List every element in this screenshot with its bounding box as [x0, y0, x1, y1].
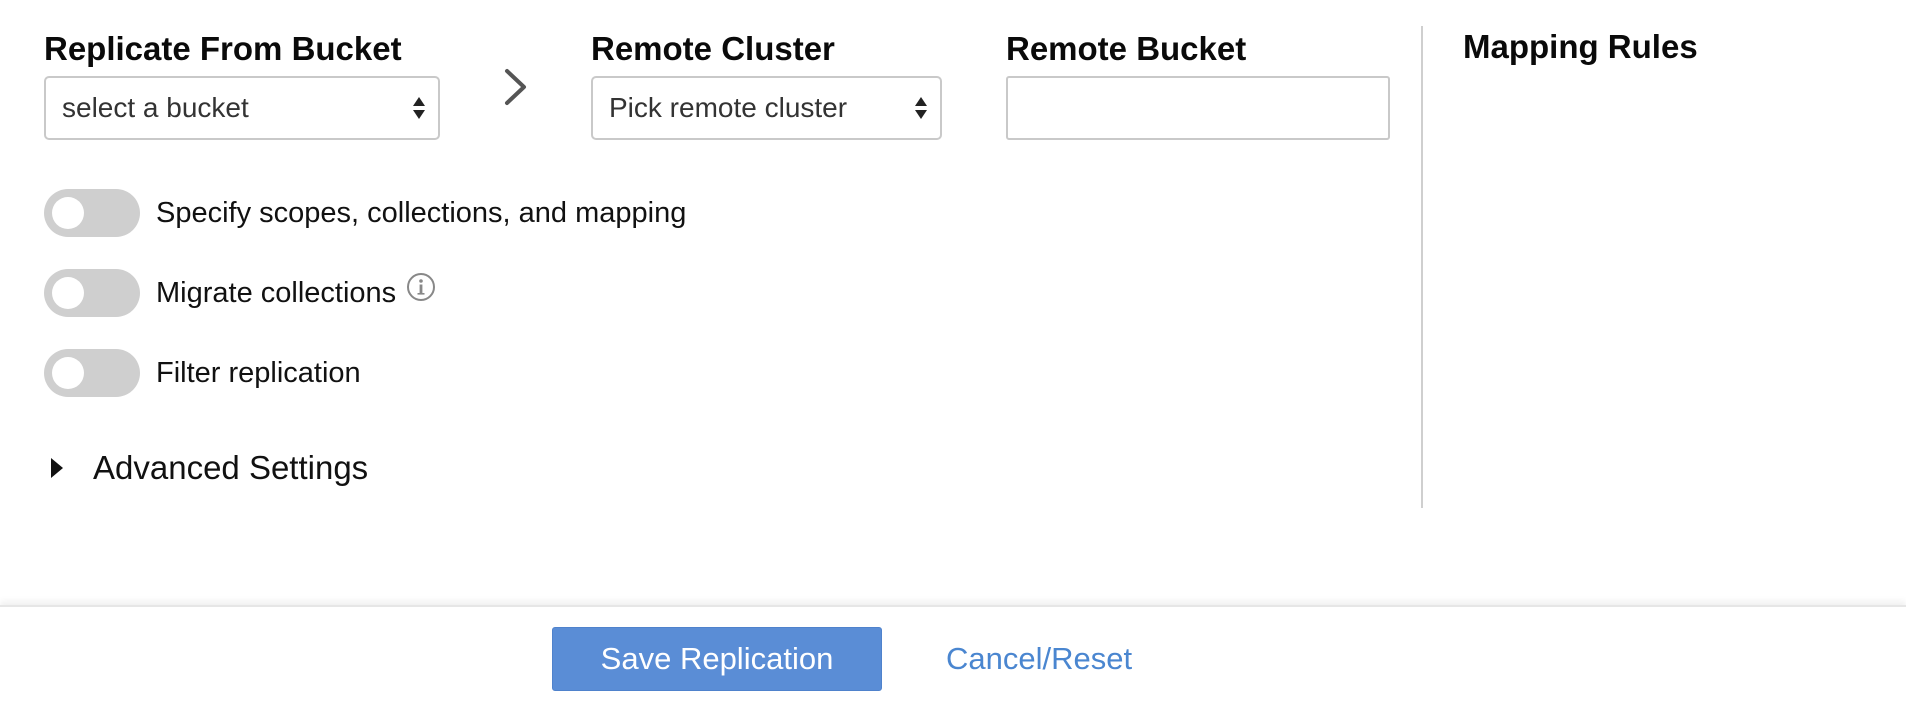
- toggle-knob: [52, 357, 84, 389]
- mapping-rules-title: Mapping Rules: [1463, 28, 1698, 65]
- remote-bucket-label: Remote Bucket: [1006, 30, 1247, 67]
- toggle-row-filter-replication: Filter replication: [44, 349, 361, 397]
- scopes-collections-toggle[interactable]: [44, 189, 140, 237]
- toggle-knob: [52, 277, 84, 309]
- chevron-right-icon: [505, 69, 526, 105]
- scopes-collections-label: Specify scopes, collections, and mapping: [156, 196, 687, 229]
- info-icon[interactable]: [406, 272, 436, 302]
- toggle-row-migrate-collections: Migrate collections: [44, 269, 436, 317]
- filter-replication-label: Filter replication: [156, 356, 361, 389]
- toggle-row-scopes-collections: Specify scopes, collections, and mapping: [44, 189, 686, 237]
- select-arrows-icon: [915, 97, 927, 119]
- replication-settings-panel: Replicate From Bucket select a bucket Re…: [0, 0, 1906, 605]
- caret-right-icon: [51, 458, 63, 478]
- cancel-reset-link[interactable]: Cancel/Reset: [946, 641, 1132, 677]
- migrate-collections-label: Migrate collections: [156, 276, 397, 309]
- save-replication-button[interactable]: Save Replication: [552, 627, 882, 691]
- source-bucket-label: Replicate From Bucket: [44, 30, 402, 67]
- advanced-settings-label: Advanced Settings: [93, 449, 369, 486]
- filter-replication-toggle[interactable]: [44, 349, 140, 397]
- source-bucket-selected-value: select a bucket: [62, 92, 249, 123]
- migrate-collections-toggle[interactable]: [44, 269, 140, 317]
- remote-bucket-input[interactable]: [1006, 76, 1390, 140]
- replication-form-page: Replicate From Bucket select a bucket Re…: [0, 0, 1906, 722]
- remote-cluster-select[interactable]: Pick remote cluster: [591, 76, 942, 140]
- advanced-settings-disclosure[interactable]: Advanced Settings: [50, 446, 368, 490]
- toggle-knob: [52, 197, 84, 229]
- select-arrows-icon: [413, 97, 425, 119]
- source-bucket-select[interactable]: select a bucket: [44, 76, 440, 140]
- form-footer: Save Replication Cancel/Reset: [0, 605, 1906, 722]
- vertical-divider: [1421, 26, 1423, 508]
- remote-cluster-label: Remote Cluster: [591, 30, 835, 67]
- remote-cluster-selected-value: Pick remote cluster: [609, 92, 848, 123]
